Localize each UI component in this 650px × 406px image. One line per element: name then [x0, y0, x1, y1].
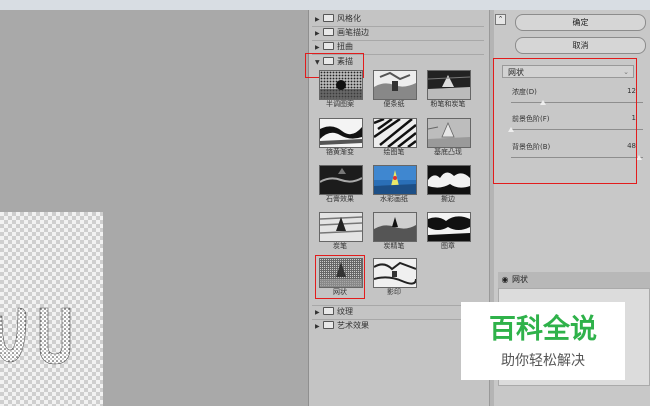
- category-texture[interactable]: ▶ 纹理: [315, 306, 353, 318]
- thumbnail-image: [428, 71, 470, 99]
- thumb-label: 基底凸现: [434, 148, 462, 156]
- thumb-label: 炭精笔: [383, 242, 405, 250]
- preview-letters: [0, 307, 71, 365]
- thumb-halftone-pattern[interactable]: [319, 70, 363, 100]
- thumbnail-image: [428, 166, 470, 194]
- thumb-label: 铬黄渐变: [326, 148, 354, 156]
- thumb-torn-edges[interactable]: [427, 165, 471, 195]
- thumb-chrome[interactable]: [319, 118, 363, 148]
- thumb-label: 炭笔: [333, 242, 347, 250]
- thumb-label: 撕边: [441, 195, 455, 203]
- highlight-box-selected-filter: [315, 255, 365, 299]
- thumb-label: 图章: [441, 242, 455, 250]
- effect-layer-row[interactable]: ◉ 网状: [498, 272, 650, 288]
- expand-arrow-icon: ▶: [315, 309, 320, 316]
- eye-icon[interactable]: ◉: [498, 272, 512, 288]
- thumb-charcoal[interactable]: [319, 212, 363, 242]
- category-stylize[interactable]: ▶ 风格化: [315, 13, 361, 25]
- canvas-transparent[interactable]: [0, 212, 103, 406]
- thumbnail-image: [320, 119, 362, 147]
- ok-button[interactable]: 确定: [515, 14, 646, 31]
- thumb-bas-relief[interactable]: [427, 118, 471, 148]
- category-distort[interactable]: ▶ 扭曲: [315, 41, 353, 53]
- thumbnail-image: [320, 71, 362, 99]
- thumb-plaster[interactable]: [319, 165, 363, 195]
- thumb-note-paper[interactable]: [373, 70, 417, 100]
- expand-arrow-icon: ▶: [315, 30, 320, 37]
- category-artistic[interactable]: ▶ 艺术效果: [315, 320, 369, 332]
- thumbnail-image: [428, 119, 470, 147]
- category-brush-strokes[interactable]: ▶ 画笔描边: [315, 27, 369, 39]
- thumb-stamp[interactable]: [427, 212, 471, 242]
- thumb-graphic-pen[interactable]: [373, 118, 417, 148]
- cancel-button[interactable]: 取消: [515, 37, 646, 54]
- thumb-label: 绘图笔: [383, 148, 405, 156]
- thumb-conte-crayon[interactable]: [373, 212, 417, 242]
- thumbnail-image: [428, 213, 470, 241]
- thumb-label: 水彩画纸: [380, 195, 408, 203]
- thumbnail-image: [374, 119, 416, 147]
- thumb-chalk-charcoal[interactable]: [427, 70, 471, 100]
- thumbnail-image: [374, 166, 416, 194]
- thumb-label: 影印: [387, 288, 401, 296]
- thumbnail-image: [374, 71, 416, 99]
- highlight-box-params: [493, 58, 637, 184]
- thumb-water-paper[interactable]: [373, 165, 417, 195]
- thumb-label: 半调图案: [326, 100, 354, 108]
- folder-icon: [323, 42, 334, 50]
- thumb-label: 便条纸: [383, 100, 405, 108]
- folder-icon: [323, 321, 334, 329]
- folder-icon: [323, 28, 334, 36]
- folder-icon: [323, 307, 334, 315]
- expand-arrow-icon: ▶: [315, 323, 320, 330]
- thumbnail-image: [374, 259, 416, 287]
- expand-arrow-icon: ▶: [315, 16, 320, 23]
- watermark-subtitle: 助你轻松解决: [501, 353, 585, 369]
- thumbnail-image: [320, 213, 362, 241]
- title-strip: [0, 0, 650, 10]
- thumbnail-image: [320, 166, 362, 194]
- thumb-photocopy[interactable]: [373, 258, 417, 288]
- folder-icon: [323, 14, 334, 22]
- collapse-gallery-icon[interactable]: ⌃: [495, 14, 506, 25]
- thumbnail-image: [374, 213, 416, 241]
- watermark-title: 百科全说: [489, 314, 597, 345]
- watermark-logo: 百科全说 助你轻松解决: [461, 302, 625, 380]
- thumb-label: 石膏效果: [326, 195, 354, 203]
- thumb-label: 粉笔和炭笔: [430, 100, 466, 108]
